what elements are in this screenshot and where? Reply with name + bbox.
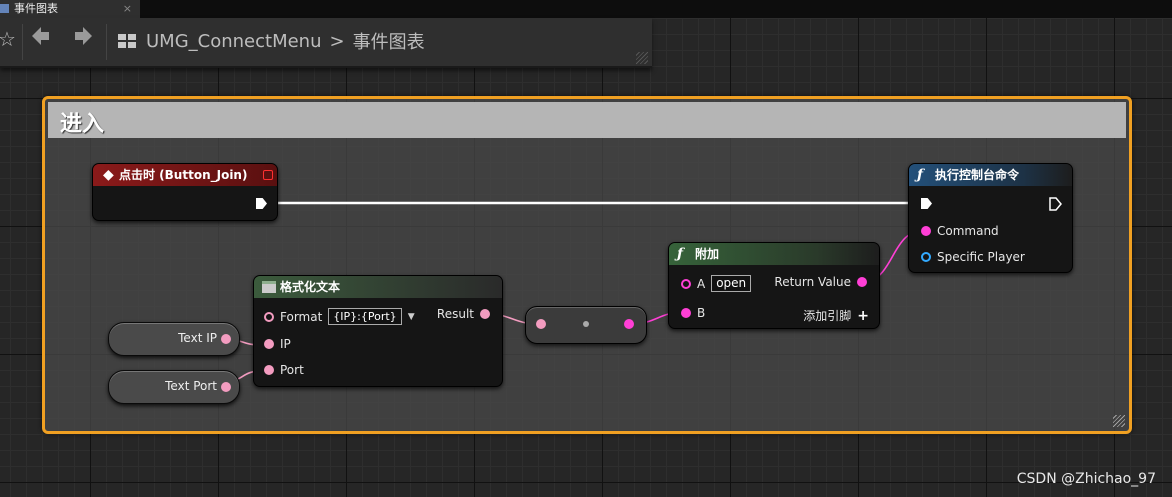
text-pin-icon[interactable] — [221, 382, 231, 392]
result-label: Result — [436, 307, 474, 321]
format-text-node[interactable]: 格式化文本 Format {IP}:{Port} ▼ IP Port Resul… — [253, 275, 503, 387]
result-pin[interactable]: Result — [437, 307, 490, 321]
text-pin-icon — [264, 365, 274, 375]
string-pin-icon — [681, 308, 691, 318]
b-label: B — [697, 306, 706, 320]
string-pin-icon — [921, 226, 931, 236]
specific-player-pin[interactable]: Specific Player — [921, 250, 1025, 264]
function-f-icon: ƒ — [917, 167, 924, 183]
return-value-label: Return Value — [774, 275, 851, 289]
object-pin-icon — [921, 252, 931, 262]
function-f-icon: ƒ — [677, 246, 684, 262]
variable-label: Text Port — [165, 379, 217, 393]
add-pin-label: 添加引脚 — [803, 309, 852, 323]
format-pin[interactable]: Format {IP}:{Port} ▼ — [264, 308, 415, 325]
chevron-down-icon[interactable]: ▼ — [408, 312, 415, 322]
return-value-pin[interactable]: Return Value — [774, 275, 867, 289]
execute-console-command-header[interactable]: ƒ 执行控制台命令 — [909, 164, 1072, 186]
format-label: Format — [280, 309, 323, 324]
event-node-header[interactable]: ◆ 点击时 (Button_Join) — [93, 164, 277, 186]
ip-label: IP — [280, 337, 291, 351]
event-node-title: 点击时 (Button_Join) — [119, 168, 248, 182]
text-pin-icon — [480, 309, 490, 319]
add-pin-button[interactable]: 添加引脚 + — [803, 307, 869, 324]
string-pin-icon — [681, 278, 691, 289]
format-text-header[interactable]: 格式化文本 — [254, 276, 502, 298]
watermark: CSDN @Zhichao_97 — [1016, 471, 1156, 487]
exec-in-pin[interactable] — [921, 198, 932, 209]
conversion-icon — [583, 321, 589, 327]
format-input[interactable]: {IP}:{Port} — [328, 308, 402, 325]
text-to-string-conversion-node[interactable] — [525, 306, 647, 344]
append-header[interactable]: ƒ 附加 — [669, 243, 879, 265]
plus-icon: + — [857, 307, 869, 324]
exec-out-pin[interactable] — [256, 198, 267, 209]
exec-out-pin[interactable] — [1049, 197, 1062, 211]
command-pin[interactable]: Command — [921, 224, 999, 238]
append-title: 附加 — [695, 247, 720, 261]
a-input[interactable]: open — [711, 275, 752, 292]
execute-console-command-title: 执行控制台命令 — [935, 168, 1020, 182]
command-label: Command — [937, 224, 999, 238]
execute-console-command-node[interactable]: ƒ 执行控制台命令 Command Specific Player — [908, 163, 1073, 273]
delegate-icon[interactable] — [263, 170, 273, 180]
conversion-output-pin[interactable] — [624, 319, 634, 329]
port-label: Port — [280, 363, 304, 377]
specific-player-label: Specific Player — [937, 250, 1025, 264]
format-text-title: 格式化文本 — [280, 280, 341, 294]
text-pin-icon — [264, 311, 274, 322]
string-pin-icon — [857, 277, 867, 287]
append-node[interactable]: ƒ 附加 A open B Return Value 添加引脚 + — [668, 242, 880, 329]
conversion-input-pin[interactable] — [536, 319, 546, 329]
event-node-button-join[interactable]: ◆ 点击时 (Button_Join) — [92, 163, 278, 221]
text-port-variable[interactable]: Text Port — [108, 370, 240, 404]
function-icon — [262, 281, 276, 293]
b-pin[interactable]: B — [681, 306, 705, 320]
ip-pin[interactable]: IP — [264, 337, 291, 351]
port-pin[interactable]: Port — [264, 363, 304, 377]
text-pin-icon — [264, 339, 274, 349]
a-pin[interactable]: A open — [681, 275, 752, 292]
variable-label: Text IP — [178, 331, 217, 345]
event-diamond-icon: ◆ — [103, 167, 114, 183]
text-pin-icon[interactable] — [221, 334, 231, 344]
a-label: A — [697, 276, 706, 291]
text-ip-variable[interactable]: Text IP — [108, 322, 240, 356]
